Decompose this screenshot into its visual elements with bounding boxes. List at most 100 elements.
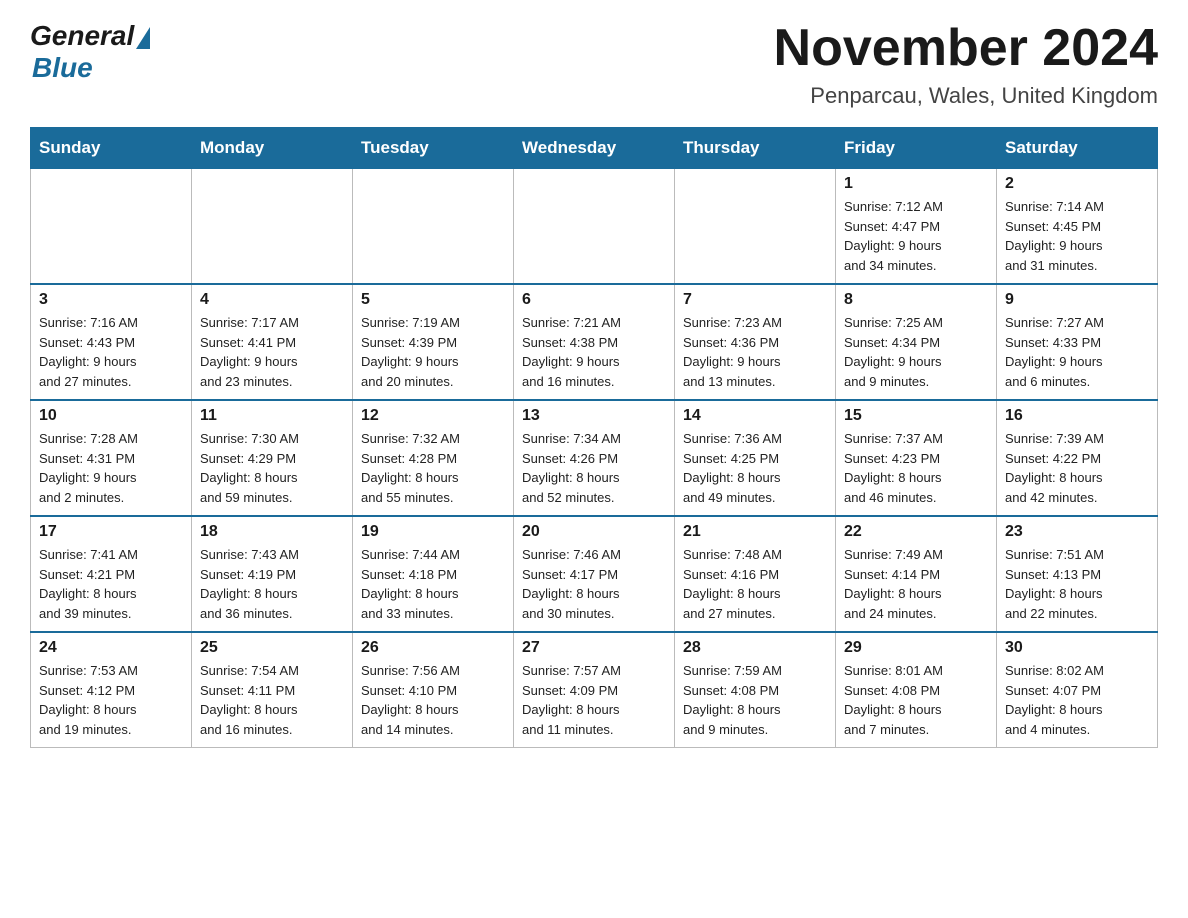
day-number: 4 — [200, 291, 344, 309]
header-day-saturday: Saturday — [997, 128, 1158, 169]
day-info: Sunrise: 7:48 AMSunset: 4:16 PMDaylight:… — [683, 545, 827, 623]
week-row-5: 24 Sunrise: 7:53 AMSunset: 4:12 PMDayligh… — [31, 632, 1158, 748]
calendar-cell: 23 Sunrise: 7:51 AMSunset: 4:13 PMDayligh… — [997, 516, 1158, 632]
day-number: 12 — [361, 407, 505, 425]
week-row-1: 1 Sunrise: 7:12 AMSunset: 4:47 PMDaylight… — [31, 169, 1158, 285]
day-number: 19 — [361, 523, 505, 541]
day-info: Sunrise: 7:39 AMSunset: 4:22 PMDaylight:… — [1005, 429, 1149, 507]
calendar-cell: 15Sunrise: 7:37 AMSunset: 4:23 PMDayligh… — [836, 400, 997, 516]
logo: General Blue — [30, 20, 150, 84]
day-number: 16 — [1005, 407, 1149, 425]
day-number: 20 — [522, 523, 666, 541]
header-day-friday: Friday — [836, 128, 997, 169]
week-row-3: 10Sunrise: 7:28 AMSunset: 4:31 PMDayligh… — [31, 400, 1158, 516]
day-number: 28 — [683, 639, 827, 657]
calendar-cell — [353, 169, 514, 285]
calendar-cell: 13 Sunrise: 7:34 AMSunset: 4:26 PMDayligh… — [514, 400, 675, 516]
day-number: 24 — [39, 639, 183, 657]
calendar-cell: 25 Sunrise: 7:54 AMSunset: 4:11 PMDayligh… — [192, 632, 353, 748]
title-area: November 2024 Penparcau, Wales, United K… — [774, 20, 1158, 109]
calendar-subtitle: Penparcau, Wales, United Kingdom — [774, 83, 1158, 109]
day-info: Sunrise: 7:57 AMSunset: 4:09 PMDaylight:… — [522, 661, 666, 739]
calendar-cell: 20Sunrise: 7:46 AMSunset: 4:17 PMDayligh… — [514, 516, 675, 632]
logo-blue-text: Blue — [32, 52, 93, 84]
header-day-monday: Monday — [192, 128, 353, 169]
day-number: 27 — [522, 639, 666, 657]
day-number: 6 — [522, 291, 666, 309]
day-number: 14 — [683, 407, 827, 425]
header-row: SundayMondayTuesdayWednesdayThursdayFrid… — [31, 128, 1158, 169]
day-number: 7 — [683, 291, 827, 309]
day-number: 9 — [1005, 291, 1149, 309]
day-info: Sunrise: 7:51 AMSunset: 4:13 PMDaylight:… — [1005, 545, 1149, 623]
day-info: Sunrise: 7:53 AMSunset: 4:12 PMDaylight:… — [39, 661, 183, 739]
calendar-cell: 8Sunrise: 7:25 AMSunset: 4:34 PMDaylight… — [836, 284, 997, 400]
day-info: Sunrise: 7:54 AMSunset: 4:11 PMDaylight:… — [200, 661, 344, 739]
logo-general-text: General — [30, 20, 134, 52]
day-info: Sunrise: 7:32 AMSunset: 4:28 PMDaylight:… — [361, 429, 505, 507]
day-number: 29 — [844, 639, 988, 657]
calendar-cell: 28 Sunrise: 7:59 AMSunset: 4:08 PMDayligh… — [675, 632, 836, 748]
calendar-cell — [514, 169, 675, 285]
calendar-cell: 24 Sunrise: 7:53 AMSunset: 4:12 PMDayligh… — [31, 632, 192, 748]
day-number: 22 — [844, 523, 988, 541]
day-number: 3 — [39, 291, 183, 309]
day-number: 5 — [361, 291, 505, 309]
calendar-cell: 29 Sunrise: 8:01 AMSunset: 4:08 PMDayligh… — [836, 632, 997, 748]
calendar-cell: 3 Sunrise: 7:16 AMSunset: 4:43 PMDaylight… — [31, 284, 192, 400]
day-info: Sunrise: 7:27 AMSunset: 4:33 PMDaylight:… — [1005, 313, 1149, 391]
page-header: General Blue November 2024 Penparcau, Wa… — [30, 20, 1158, 109]
calendar-cell: 27 Sunrise: 7:57 AMSunset: 4:09 PMDayligh… — [514, 632, 675, 748]
day-number: 25 — [200, 639, 344, 657]
week-row-2: 3 Sunrise: 7:16 AMSunset: 4:43 PMDaylight… — [31, 284, 1158, 400]
calendar-cell: 17 Sunrise: 7:41 AMSunset: 4:21 PMDayligh… — [31, 516, 192, 632]
day-info: Sunrise: 8:01 AMSunset: 4:08 PMDaylight:… — [844, 661, 988, 739]
day-info: Sunrise: 8:02 AMSunset: 4:07 PMDaylight:… — [1005, 661, 1149, 739]
calendar-cell: 18Sunrise: 7:43 AMSunset: 4:19 PMDayligh… — [192, 516, 353, 632]
calendar-cell: 11Sunrise: 7:30 AMSunset: 4:29 PMDayligh… — [192, 400, 353, 516]
calendar-cell: 10Sunrise: 7:28 AMSunset: 4:31 PMDayligh… — [31, 400, 192, 516]
day-info: Sunrise: 7:21 AMSunset: 4:38 PMDaylight:… — [522, 313, 666, 391]
calendar-table: SundayMondayTuesdayWednesdayThursdayFrid… — [30, 127, 1158, 748]
calendar-cell: 1 Sunrise: 7:12 AMSunset: 4:47 PMDaylight… — [836, 169, 997, 285]
calendar-cell — [31, 169, 192, 285]
day-number: 10 — [39, 407, 183, 425]
day-info: Sunrise: 7:43 AMSunset: 4:19 PMDaylight:… — [200, 545, 344, 623]
day-info: Sunrise: 7:14 AMSunset: 4:45 PMDaylight:… — [1005, 197, 1149, 275]
day-number: 30 — [1005, 639, 1149, 657]
calendar-cell: 6 Sunrise: 7:21 AMSunset: 4:38 PMDaylight… — [514, 284, 675, 400]
day-number: 11 — [200, 407, 344, 425]
day-info: Sunrise: 7:17 AMSunset: 4:41 PMDaylight:… — [200, 313, 344, 391]
day-info: Sunrise: 7:16 AMSunset: 4:43 PMDaylight:… — [39, 313, 183, 391]
day-info: Sunrise: 7:23 AMSunset: 4:36 PMDaylight:… — [683, 313, 827, 391]
calendar-cell: 21Sunrise: 7:48 AMSunset: 4:16 PMDayligh… — [675, 516, 836, 632]
day-info: Sunrise: 7:49 AMSunset: 4:14 PMDaylight:… — [844, 545, 988, 623]
day-info: Sunrise: 7:56 AMSunset: 4:10 PMDaylight:… — [361, 661, 505, 739]
day-info: Sunrise: 7:34 AMSunset: 4:26 PMDaylight:… — [522, 429, 666, 507]
calendar-cell — [675, 169, 836, 285]
header-day-thursday: Thursday — [675, 128, 836, 169]
calendar-cell: 2 Sunrise: 7:14 AMSunset: 4:45 PMDaylight… — [997, 169, 1158, 285]
logo-triangle-icon — [136, 27, 150, 49]
calendar-cell: 26 Sunrise: 7:56 AMSunset: 4:10 PMDayligh… — [353, 632, 514, 748]
day-info: Sunrise: 7:12 AMSunset: 4:47 PMDaylight:… — [844, 197, 988, 275]
calendar-cell: 16 Sunrise: 7:39 AMSunset: 4:22 PMDayligh… — [997, 400, 1158, 516]
day-number: 1 — [844, 175, 988, 193]
day-number: 2 — [1005, 175, 1149, 193]
day-info: Sunrise: 7:25 AMSunset: 4:34 PMDaylight:… — [844, 313, 988, 391]
calendar-cell: 22 Sunrise: 7:49 AMSunset: 4:14 PMDayligh… — [836, 516, 997, 632]
calendar-cell — [192, 169, 353, 285]
day-info: Sunrise: 7:37 AMSunset: 4:23 PMDaylight:… — [844, 429, 988, 507]
calendar-cell: 19Sunrise: 7:44 AMSunset: 4:18 PMDayligh… — [353, 516, 514, 632]
day-number: 26 — [361, 639, 505, 657]
day-number: 23 — [1005, 523, 1149, 541]
day-number: 17 — [39, 523, 183, 541]
calendar-cell: 5 Sunrise: 7:19 AMSunset: 4:39 PMDaylight… — [353, 284, 514, 400]
day-info: Sunrise: 7:41 AMSunset: 4:21 PMDaylight:… — [39, 545, 183, 623]
header-day-tuesday: Tuesday — [353, 128, 514, 169]
calendar-cell: 12 Sunrise: 7:32 AMSunset: 4:28 PMDayligh… — [353, 400, 514, 516]
day-number: 13 — [522, 407, 666, 425]
calendar-title: November 2024 — [774, 20, 1158, 77]
day-info: Sunrise: 7:19 AMSunset: 4:39 PMDaylight:… — [361, 313, 505, 391]
day-info: Sunrise: 7:59 AMSunset: 4:08 PMDaylight:… — [683, 661, 827, 739]
